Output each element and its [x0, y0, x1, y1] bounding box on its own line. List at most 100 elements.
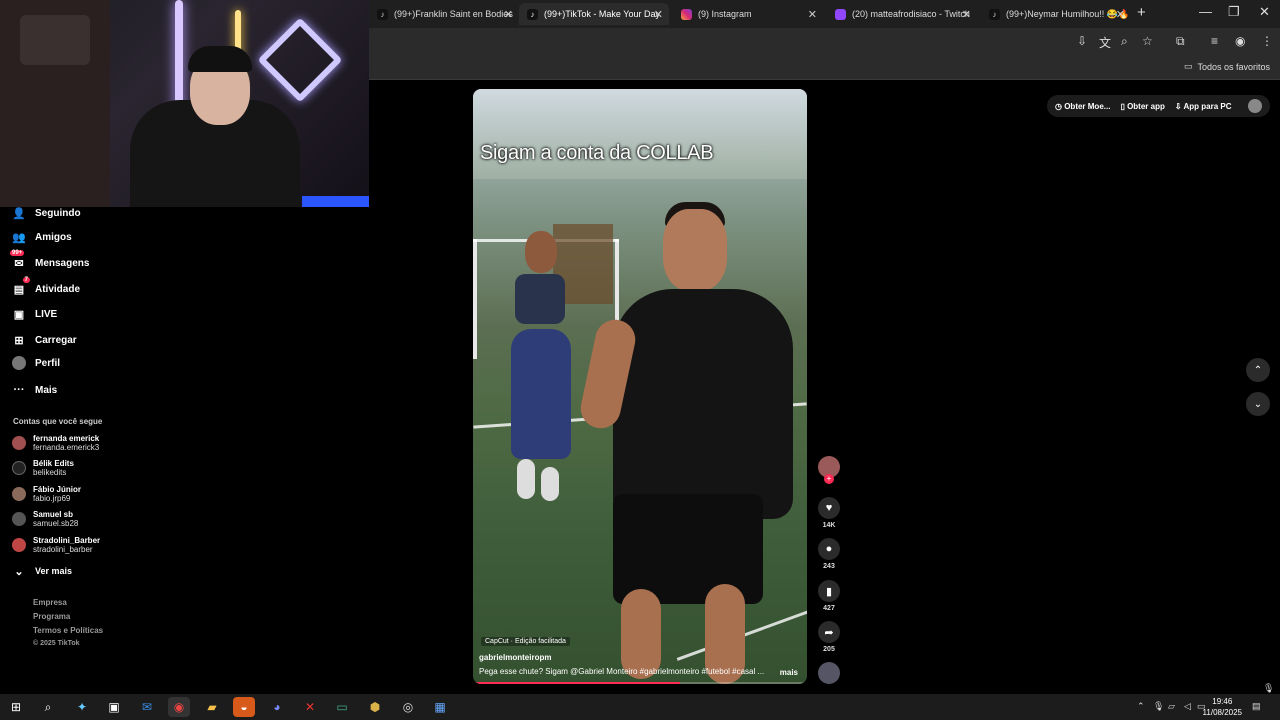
game-launcher-icon[interactable]: ⬢ — [364, 697, 386, 717]
store-icon[interactable]: ▣ — [103, 697, 125, 717]
tray-chevron-icon[interactable]: ⌃ — [1137, 701, 1145, 712]
avatar — [12, 512, 26, 526]
copilot-icon[interactable]: ✦ — [71, 697, 93, 717]
tab-neymar[interactable]: ♪ (99+)Neymar Humilhou!! 😂🔥 ✕ — [981, 3, 1131, 25]
speaker-icon[interactable]: ◁ — [1184, 701, 1191, 712]
get-app-button[interactable]: ▯ Obter app — [1120, 102, 1164, 111]
footer-link-program[interactable]: Programa — [33, 612, 70, 621]
all-bookmarks-label: Todos os favoritos — [1197, 61, 1270, 72]
nav-label: Atividade — [35, 283, 81, 295]
chrome-icon[interactable]: ◉ — [168, 697, 190, 717]
following-account[interactable]: Bélik Edits belikedits — [12, 459, 74, 477]
following-account[interactable]: Samuel sb samuel.sb28 — [12, 510, 78, 528]
following-account[interactable]: Fábio Júnior fabio.jrp69 — [12, 485, 81, 503]
install-icon[interactable]: ⇩ — [1077, 34, 1087, 48]
account-name: Fábio Júnior — [33, 485, 81, 494]
close-icon[interactable]: ✕ — [808, 8, 817, 21]
tab-instagram[interactable]: (9) Instagram ✕ — [673, 3, 823, 25]
footer-link-company[interactable]: Empresa — [33, 598, 67, 607]
video-progress-fill — [473, 682, 681, 684]
tiktok-icon: ♪ — [527, 8, 538, 20]
nav-more[interactable]: ··· Mais — [12, 383, 58, 397]
following-account[interactable]: fernanda emerick fernanda.emerick3 — [12, 434, 99, 452]
nav-label: Mensagens — [35, 257, 90, 269]
tab-twitch[interactable]: (20) matteafrodisiaco - Twitch ✕ — [827, 3, 977, 25]
pc-app-button[interactable]: ⇩ App para PC — [1175, 102, 1232, 111]
nav-following[interactable]: 👤 Seguindo — [12, 206, 80, 220]
nav-live[interactable]: ▣ LIVE — [12, 307, 57, 321]
taskbar-clock[interactable]: 19:46 11/08/2025 — [1203, 696, 1242, 718]
tab-tiktok[interactable]: ♪ (99+)TikTok - Make Your Day ✕ — [519, 3, 669, 25]
translate-icon[interactable]: 文 — [1099, 34, 1111, 51]
comment-icon: ● — [818, 538, 840, 560]
share-count: 205 — [823, 646, 835, 653]
share-button[interactable]: ➦ 205 — [817, 621, 841, 653]
browser-toolbar: ⇩ 文 ⌕ ☆ ⧉ ≡ ◉ ⋮ — [369, 28, 1280, 56]
file-explorer-icon[interactable]: ▰ — [201, 697, 223, 717]
terminal-icon[interactable]: ▭ — [331, 697, 353, 717]
messages-badge: 99+ — [10, 250, 25, 256]
previous-video-button[interactable]: ⌃ — [1246, 358, 1270, 382]
discord-icon[interactable]: ◕ — [266, 697, 288, 717]
following-account[interactable]: Stradolini_Barber stradolini_barber — [12, 536, 100, 554]
nav-messages[interactable]: ✉ 99+ Mensagens — [10, 250, 90, 270]
follow-plus-icon[interactable]: + — [824, 474, 834, 484]
video-player[interactable]: Sigam a conta da COLLAB CapCut · Edição … — [473, 89, 807, 684]
recording-icon[interactable]: ◎ — [397, 697, 419, 717]
bookmark-icon: ▮ — [818, 580, 840, 602]
video-progress-bar[interactable] — [473, 682, 807, 684]
description-more-button[interactable]: mais — [780, 668, 798, 677]
outlook-icon[interactable]: ✉ — [136, 697, 158, 717]
account-name: Samuel sb — [33, 510, 74, 519]
account-username: belikedits — [33, 468, 67, 477]
like-button[interactable]: ♥ 14K — [817, 497, 841, 529]
search-icon[interactable]: ⌕ — [37, 697, 59, 717]
obs-icon[interactable]: ◒ — [233, 697, 255, 717]
author-avatar-button[interactable]: + — [817, 456, 841, 484]
x-app-icon[interactable]: ✕ — [299, 697, 321, 717]
windows-start-icon[interactable]: ⊞ — [5, 697, 27, 717]
nav-activity[interactable]: ▤ 7 Atividade — [12, 277, 81, 296]
zoom-icon[interactable]: ⌕ — [1121, 34, 1128, 49]
comment-button[interactable]: ● 243 — [817, 538, 841, 570]
close-icon[interactable]: ✕ — [654, 8, 663, 21]
restore-icon[interactable]: ❐ — [1228, 4, 1240, 20]
capcut-label[interactable]: CapCut · Edição facilitada — [481, 637, 570, 646]
save-button[interactable]: ▮ 427 — [817, 580, 841, 612]
nav-upload[interactable]: ⊞ Carregar — [12, 333, 76, 347]
close-icon[interactable]: ✕ — [504, 8, 513, 21]
microphone-icon[interactable]: 🎙 — [1153, 701, 1164, 712]
menu-icon[interactable]: ⋮ — [1261, 34, 1273, 48]
see-more-button[interactable]: ⌄ Ver mais — [12, 564, 72, 578]
notifications-icon[interactable]: ▤ — [1252, 701, 1261, 712]
get-coins-button[interactable]: ◷ Obter Moe... — [1055, 102, 1110, 111]
bookmark-star-icon[interactable]: ☆ — [1142, 34, 1153, 48]
video-author[interactable]: gabrielmonteiropm — [479, 653, 551, 662]
nav-friends[interactable]: 👥 Amigos — [12, 230, 72, 244]
all-bookmarks[interactable]: ▭ Todos os favoritos — [1184, 61, 1270, 72]
minimize-icon[interactable]: — — [1199, 4, 1212, 19]
new-tab-icon[interactable]: + — [1137, 4, 1146, 21]
close-icon[interactable]: ✕ — [962, 8, 971, 21]
clock-date: 11/08/2025 — [1202, 708, 1242, 717]
footer-link-terms[interactable]: Termos e Políticas — [33, 626, 103, 635]
next-video-button[interactable]: ⌄ — [1246, 392, 1270, 416]
webcam-overlay — [0, 0, 369, 207]
profile-avatar-icon[interactable]: ◉ — [1235, 34, 1245, 48]
account-name: Stradolini_Barber — [33, 536, 101, 545]
tab-franklin[interactable]: ♪ (99+)Franklin Saint en Bodies ✕ — [369, 3, 519, 25]
nav-profile[interactable]: Perfil — [12, 356, 60, 370]
network-icon[interactable]: ▱ — [1168, 701, 1175, 712]
user-avatar[interactable] — [1248, 99, 1262, 113]
copyright: © 2025 TikTok — [33, 640, 80, 647]
account-username: samuel.sb28 — [33, 519, 79, 528]
heart-icon: ♥ — [818, 497, 840, 519]
extensions-icon[interactable]: ⧉ — [1176, 34, 1185, 49]
calculator-icon[interactable]: ▦ — [429, 697, 451, 717]
share-icon: ➦ — [818, 621, 840, 643]
close-icon[interactable]: ✕ — [1116, 8, 1125, 21]
nav-label: Mais — [35, 384, 58, 396]
music-disc-button[interactable] — [817, 662, 841, 684]
window-close-icon[interactable]: ✕ — [1259, 4, 1270, 20]
media-icon[interactable]: ≡ — [1211, 34, 1218, 48]
